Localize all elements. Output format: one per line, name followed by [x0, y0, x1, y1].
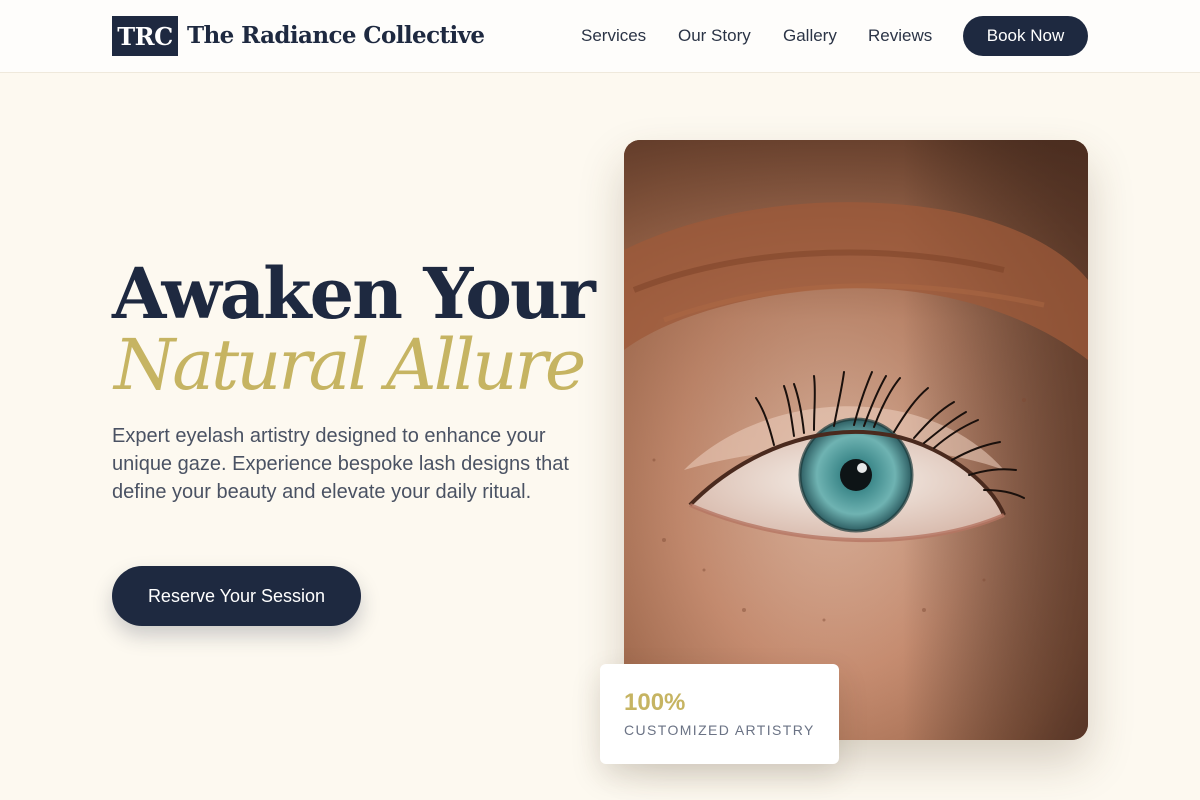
nav-link-our-story[interactable]: Our Story — [678, 22, 751, 50]
reserve-session-button[interactable]: Reserve Your Session — [112, 566, 361, 626]
nav-link-gallery[interactable]: Gallery — [783, 22, 837, 50]
hero-title-line2: Natural Allure — [114, 324, 586, 406]
site-header: TRC The Radiance Collective Services Our… — [0, 0, 1200, 73]
logo-mark[interactable]: TRC — [112, 16, 178, 56]
hero-eye-image — [624, 140, 1088, 740]
brand-name[interactable]: The Radiance Collective — [187, 20, 485, 52]
hero-description: Expert eyelash artistry designed to enha… — [112, 425, 569, 503]
stat-value: 100% — [624, 689, 686, 716]
book-now-button[interactable]: Book Now — [963, 16, 1088, 56]
eye-illustration — [624, 140, 1088, 740]
hero-title-line1: Awaken Your — [112, 252, 596, 335]
nav-link-services[interactable]: Services — [581, 22, 646, 50]
nav-link-reviews[interactable]: Reviews — [868, 22, 932, 50]
stat-label: CUSTOMIZED ARTISTRY — [624, 722, 815, 738]
stat-card: 100% CUSTOMIZED ARTISTRY — [600, 664, 839, 764]
